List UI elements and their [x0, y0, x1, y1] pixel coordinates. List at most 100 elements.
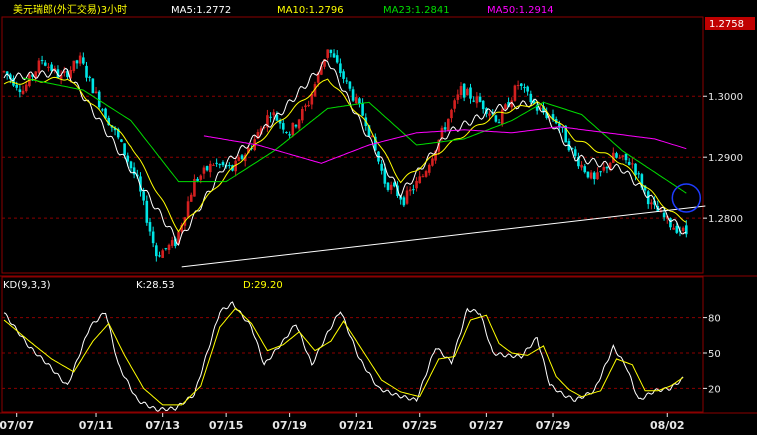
candle-body — [361, 102, 364, 116]
candle-body — [418, 176, 422, 184]
candle-body — [301, 109, 304, 121]
candle-body — [94, 91, 98, 94]
date-tick-label: 07/27 — [469, 419, 504, 432]
candle-body — [446, 118, 450, 131]
candle-body — [332, 53, 336, 58]
candle-body — [151, 231, 155, 244]
candle-body — [386, 182, 390, 190]
candle-body — [402, 197, 406, 206]
candle-body — [272, 112, 276, 116]
candle-body — [75, 60, 79, 64]
candle-body — [675, 225, 679, 233]
candle-body — [453, 100, 456, 109]
candle-body — [431, 158, 434, 166]
candle-body — [631, 163, 634, 165]
candle-body — [669, 218, 672, 228]
candle-body — [459, 86, 463, 95]
candle-body — [380, 163, 383, 171]
candle-body — [202, 167, 206, 174]
candle-body — [615, 153, 618, 158]
kd-tick-label: 20 — [708, 384, 721, 395]
candle-body — [586, 171, 590, 178]
candle-body — [478, 96, 482, 102]
candle-body — [497, 122, 501, 124]
candle-body — [450, 109, 453, 119]
candle-body — [297, 119, 301, 129]
candle-body — [592, 172, 596, 180]
candle-body — [281, 123, 285, 130]
candle-body — [307, 105, 310, 107]
candle-body — [424, 171, 428, 177]
candle-body — [440, 127, 444, 139]
candle-body — [583, 166, 587, 173]
candle-body — [189, 194, 193, 202]
date-tick-label: 08/02 — [650, 419, 685, 432]
chart-background — [0, 0, 757, 435]
candle-body — [88, 76, 91, 78]
price-tick-label: 1.3000 — [708, 92, 743, 103]
ma5-legend: MA5:1.2772 — [171, 5, 231, 16]
candle-body — [120, 139, 123, 142]
candle-body — [288, 134, 291, 136]
candle-body — [345, 80, 349, 82]
price-tick-label: 1.2900 — [708, 153, 743, 164]
candle-body — [472, 100, 475, 102]
candle-body — [408, 189, 412, 192]
candle-body — [662, 212, 666, 218]
candle-body — [170, 240, 174, 246]
candle-body — [358, 98, 361, 104]
kd-tick-label: 50 — [708, 349, 721, 360]
candle-body — [348, 81, 352, 89]
candle-body — [43, 62, 47, 66]
candle-body — [415, 180, 418, 189]
candle-body — [466, 88, 469, 96]
candle-body — [580, 164, 583, 168]
candle-body — [205, 166, 209, 171]
candle-body — [351, 89, 355, 101]
date-tick-label: 07/13 — [145, 419, 180, 432]
forex-chart: 1.2800 1.2900 1.3000 20 50 80 07/07 07/11 07/1… — [0, 0, 757, 435]
candle-body — [475, 96, 479, 104]
candle-body — [186, 201, 190, 218]
candle-body — [285, 131, 288, 133]
candle-body — [596, 172, 599, 180]
candle-body — [634, 163, 637, 176]
candle-body — [212, 164, 215, 166]
candle-body — [589, 172, 593, 179]
candle-body — [383, 168, 387, 184]
candle-body — [237, 157, 241, 161]
candle-body — [421, 176, 425, 178]
candle-body — [18, 89, 22, 93]
candle-body — [304, 105, 307, 108]
chart-title: 美元瑞郎(外汇交易)3小时 — [13, 3, 127, 16]
candle-body — [427, 164, 431, 173]
candle-body — [2, 71, 6, 73]
candle-body — [627, 161, 631, 165]
ma50-legend: MA50:1.2914 — [487, 5, 554, 16]
candle-body — [132, 167, 136, 175]
candle-body — [326, 49, 329, 58]
candle-body — [469, 87, 472, 99]
candle-body — [681, 227, 685, 232]
candle-body — [129, 161, 133, 169]
candle-body — [339, 63, 342, 74]
date-tick-label: 07/15 — [209, 419, 244, 432]
candle-body — [513, 85, 517, 101]
candle-body — [602, 166, 606, 171]
candle-body — [516, 84, 520, 86]
candle-body — [50, 64, 53, 71]
candle-body — [155, 245, 158, 257]
candle-body — [269, 116, 272, 118]
candle-body — [24, 84, 28, 92]
candle-body — [405, 190, 409, 204]
candle-body — [228, 165, 231, 167]
kd-tick-label: 80 — [708, 314, 721, 325]
candle-body — [208, 163, 212, 173]
candle-body — [72, 60, 76, 72]
candle-body — [240, 155, 244, 159]
candle-body — [494, 115, 498, 122]
candle-body — [519, 83, 523, 86]
candle-body — [618, 157, 621, 159]
date-tick-label: 07/07 — [0, 419, 34, 432]
candle-body — [85, 65, 88, 78]
